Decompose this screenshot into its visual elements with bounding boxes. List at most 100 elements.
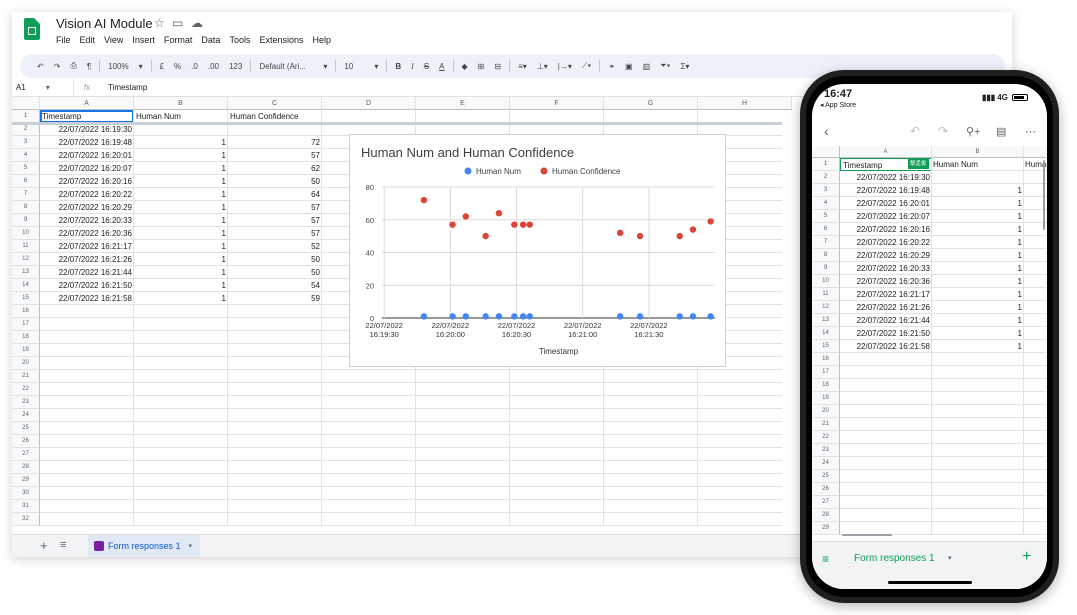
chevron-down-icon[interactable]: ▾ (46, 83, 50, 92)
cloud-status-icon[interactable]: ☁ (191, 16, 203, 30)
row-header[interactable]: 4 (12, 149, 40, 162)
row-header[interactable]: 27 (12, 448, 40, 461)
font-select[interactable]: Default (Ari... (254, 62, 318, 71)
menu-item-insert[interactable]: Insert (132, 35, 155, 49)
phone-row-header[interactable]: 13 (812, 314, 840, 327)
timestamp-cell[interactable]: 22/07/2022 16:20:16 (40, 175, 132, 188)
row-header[interactable]: 20 (12, 357, 40, 370)
column-header-f[interactable]: F (510, 97, 604, 110)
human-num-cell[interactable]: 1 (134, 149, 226, 162)
phone-timestamp-cell[interactable]: 22/07/2022 16:20:33 (840, 262, 930, 275)
phone-column-header-c[interactable] (1024, 146, 1047, 158)
timestamp-cell[interactable]: 22/07/2022 16:21:26 (40, 253, 132, 266)
add-sheet-icon[interactable]: + (40, 538, 48, 553)
text-rotation-icon[interactable]: ⟋▾ (577, 61, 597, 71)
phone-timestamp-cell[interactable]: 22/07/2022 16:20:22 (840, 236, 930, 249)
row-header[interactable]: 18 (12, 331, 40, 344)
row-header[interactable]: 16 (12, 305, 40, 318)
phone-human-num-cell[interactable]: 1 (932, 327, 1022, 340)
phone-timestamp-cell[interactable]: 22/07/2022 16:21:44 (840, 314, 930, 327)
filter-icon[interactable]: ⏷▾ (655, 61, 675, 71)
phone-column-header-b[interactable]: B (932, 146, 1024, 158)
row-header[interactable]: 22 (12, 383, 40, 396)
timestamp-cell[interactable]: 22/07/2022 16:20:36 (40, 227, 132, 240)
phone-human-num-cell[interactable]: 1 (932, 288, 1022, 301)
phone-column-header-a[interactable]: A (840, 146, 932, 158)
row-header[interactable]: 21 (12, 370, 40, 383)
phone-row-header[interactable]: 15 (812, 340, 840, 353)
phone-row-header[interactable]: 12 (812, 301, 840, 314)
phone-row-header[interactable]: 10 (812, 275, 840, 288)
phone-row-header[interactable]: 6 (812, 223, 840, 236)
vertical-align-icon[interactable]: ⊥▾ (532, 62, 553, 71)
horizontal-align-icon[interactable]: ≡▾ (513, 62, 532, 71)
frozen-row-divider[interactable] (12, 122, 782, 125)
human-num-cell[interactable]: 1 (134, 136, 226, 149)
undo-icon[interactable]: ↶ (910, 124, 920, 138)
row-header[interactable]: 7 (12, 188, 40, 201)
paint-format-icon[interactable]: ¶ (82, 62, 96, 71)
row-header[interactable]: 8 (12, 201, 40, 214)
row-header[interactable]: 15 (12, 292, 40, 305)
phone-row-header[interactable]: 22 (812, 431, 840, 444)
percent-format-button[interactable]: % (169, 62, 186, 71)
more-options-icon[interactable]: ⋯ (1025, 125, 1036, 138)
phone-row-header[interactable]: 20 (812, 405, 840, 418)
chevron-down-icon[interactable]: ▾ (369, 62, 383, 71)
phone-timestamp-cell[interactable]: 22/07/2022 16:20:16 (840, 223, 930, 236)
more-formats-button[interactable]: 123 (224, 62, 247, 71)
phone-row-header[interactable]: 14 (812, 327, 840, 340)
human-confidence-cell[interactable]: 50 (228, 175, 320, 188)
insert-link-icon[interactable]: ⚭ (603, 62, 620, 71)
phone-human-num-cell[interactable]: 1 (932, 249, 1022, 262)
phone-row-header[interactable]: 2 (812, 171, 840, 184)
chevron-down-icon[interactable]: ▾ (189, 542, 193, 550)
human-num-cell[interactable]: 1 (134, 188, 226, 201)
phone-row-header[interactable]: 11 (812, 288, 840, 301)
phone-vertical-scrollbar[interactable] (1043, 160, 1045, 230)
menu-item-edit[interactable]: Edit (80, 35, 96, 49)
row-header[interactable]: 29 (12, 474, 40, 487)
italic-icon[interactable]: I (406, 62, 419, 71)
human-num-cell[interactable]: 1 (134, 175, 226, 188)
menu-item-file[interactable]: File (56, 35, 71, 49)
menu-item-tools[interactable]: Tools (229, 35, 250, 49)
phone-header-human-num[interactable]: Human Num (933, 158, 1023, 171)
column-header-b[interactable]: B (134, 97, 228, 110)
menu-item-extensions[interactable]: Extensions (259, 35, 303, 49)
row-header[interactable]: 23 (12, 396, 40, 409)
phone-row-header[interactable]: 25 (812, 470, 840, 483)
human-confidence-cell[interactable]: 50 (228, 253, 320, 266)
human-confidence-cell[interactable]: 52 (228, 240, 320, 253)
decrease-decimal-button[interactable]: .0 (186, 62, 203, 71)
human-confidence-cell[interactable]: 54 (228, 279, 320, 292)
phone-human-num-cell[interactable]: 1 (932, 340, 1022, 353)
phone-timestamp-cell[interactable]: 22/07/2022 16:21:50 (840, 327, 930, 340)
human-num-cell[interactable]: 1 (134, 201, 226, 214)
phone-row-header[interactable]: 28 (812, 509, 840, 522)
row-header[interactable]: 32 (12, 513, 40, 526)
row-header[interactable]: 5 (12, 162, 40, 175)
timestamp-cell[interactable]: 22/07/2022 16:20:07 (40, 162, 132, 175)
phone-timestamp-cell[interactable]: 22/07/2022 16:19:48 (840, 184, 930, 197)
phone-horizontal-scrollbar[interactable] (842, 534, 892, 536)
phone-human-num-cell[interactable]: 1 (932, 262, 1022, 275)
phone-human-num-cell[interactable]: 1 (932, 223, 1022, 236)
row-header[interactable]: 24 (12, 409, 40, 422)
add-sheet-icon[interactable]: + (1022, 548, 1031, 566)
human-confidence-cell[interactable]: 62 (228, 162, 320, 175)
currency-format-button[interactable]: £ (155, 62, 169, 71)
row-header[interactable]: 10 (12, 227, 40, 240)
timestamp-cell[interactable]: 22/07/2022 16:21:50 (40, 279, 132, 292)
row-header[interactable]: 25 (12, 422, 40, 435)
text-wrapping-icon[interactable]: |→▾ (553, 62, 577, 71)
formula-input[interactable]: Timestamp (100, 83, 147, 92)
all-sheets-icon[interactable]: ≡ (822, 552, 829, 566)
chevron-down-icon[interactable]: ▾ (134, 62, 148, 71)
human-num-cell[interactable]: 1 (134, 292, 226, 305)
name-box[interactable]: A1 ▾ (12, 79, 74, 96)
phone-human-num-cell[interactable]: 1 (932, 275, 1022, 288)
sheets-logo-icon[interactable] (24, 18, 40, 40)
human-confidence-cell[interactable]: 57 (228, 149, 320, 162)
human-num-cell[interactable]: 1 (134, 162, 226, 175)
